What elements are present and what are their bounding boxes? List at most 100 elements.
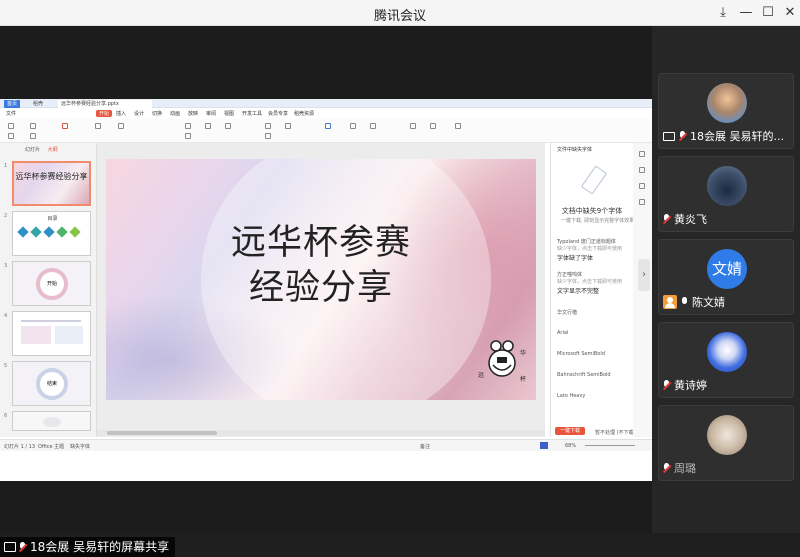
- arrange-icon[interactable]: [350, 123, 356, 129]
- cut-icon[interactable]: [8, 133, 14, 139]
- slide-number: 1: [4, 163, 8, 169]
- new-slide-icon[interactable]: [62, 123, 68, 129]
- font-name: 华文行楷: [557, 310, 578, 316]
- animation-icon[interactable]: [639, 167, 645, 173]
- layout-icon[interactable]: [95, 123, 101, 129]
- thumbnail-block: [43, 417, 61, 427]
- horizontal-scrollbar[interactable]: [97, 430, 545, 436]
- thumbnail-title: 目录: [47, 216, 58, 222]
- find-icon[interactable]: [370, 123, 376, 129]
- fill-icon[interactable]: [430, 123, 436, 129]
- font-name: Bahnschrift SemiBold: [557, 372, 611, 378]
- slide-title-line1[interactable]: 远华杯参赛: [106, 214, 536, 265]
- download-fonts-button[interactable]: 一键下载: [555, 427, 585, 435]
- italic-icon[interactable]: [205, 123, 211, 129]
- participant-name-bar: 黄炎飞: [663, 211, 707, 227]
- participant-tile[interactable]: 黄炎飞: [658, 156, 794, 232]
- wps-tab-home[interactable]: 首页: [4, 100, 21, 108]
- menu-design[interactable]: 设计: [134, 110, 144, 117]
- play-slideshow-icon[interactable]: [540, 442, 548, 449]
- panel-collapse-chevron-icon[interactable]: ›: [638, 259, 650, 291]
- window-titlebar: 腾讯会议 ⤓ — ☐ ✕: [0, 0, 800, 26]
- svg-text:远: 远: [478, 371, 484, 379]
- participant-tile[interactable]: 黄诗婷: [658, 322, 794, 398]
- menu-docer-resources[interactable]: 稻壳资源: [294, 110, 314, 117]
- slide-title-line2[interactable]: 经验分享: [106, 259, 536, 310]
- menu-start[interactable]: 开始: [96, 110, 113, 117]
- wps-tab-docer[interactable]: 稻壳: [30, 100, 46, 108]
- menu-file[interactable]: 文件: [6, 110, 16, 117]
- share-label-text: 18会展 吴易轩的屏幕共享: [30, 540, 170, 554]
- slide-thumbnail-5[interactable]: 结束: [12, 361, 91, 406]
- avatar: [707, 415, 747, 455]
- menu-animation[interactable]: 动画: [170, 110, 180, 117]
- menu-developer[interactable]: 开发工具: [242, 110, 262, 117]
- property-icon[interactable]: [639, 151, 645, 157]
- shape-icon[interactable]: [325, 123, 331, 129]
- shared-wps-window: 首页 稻壳 远华杯参赛经验分享.pptx 文件 开始 插入 设计 切换 动画 放…: [0, 99, 652, 481]
- copy-icon[interactable]: [30, 123, 36, 129]
- menu-transition[interactable]: 切换: [152, 110, 162, 117]
- participant-tile[interactable]: 18会展 吴易轩的...: [658, 73, 794, 149]
- menu-view[interactable]: 视图: [224, 110, 234, 117]
- pin-icon[interactable]: ⤓: [712, 3, 734, 23]
- font-name: Typoland 庞门正道标题体: [557, 239, 616, 245]
- missing-font-status[interactable]: 缺失字体: [70, 443, 90, 450]
- reset-icon[interactable]: [118, 123, 124, 129]
- bold-icon[interactable]: [185, 123, 191, 129]
- close-button[interactable]: ✕: [779, 3, 800, 23]
- participant-name: 18会展 吴易轩的...: [690, 130, 784, 143]
- minimize-button[interactable]: —: [735, 3, 757, 23]
- slide-thumbnail-2[interactable]: 目录: [12, 211, 91, 256]
- paste-icon[interactable]: [8, 123, 14, 129]
- menu-review[interactable]: 审阅: [206, 110, 216, 117]
- font-note: 缺少字体，点击下载即可使用: [557, 279, 623, 285]
- panel-title: 文档中缺失9个字体: [561, 207, 623, 215]
- agenda-marker: [43, 226, 55, 238]
- participant-name-bar: 陈文婧: [663, 294, 725, 310]
- mic-muted-icon: [663, 213, 670, 225]
- wps-ribbon-toolbar: [0, 119, 652, 143]
- font-name: Arial: [557, 330, 569, 336]
- panel-subtitle: 一键下载, 即刻显示完整字体效果: [561, 218, 635, 224]
- thumbnail-title: 远华杯参赛经验分享: [15, 172, 88, 181]
- notes-toggle[interactable]: 备注: [420, 443, 430, 450]
- thumbnail-block: [21, 326, 51, 344]
- menu-slideshow[interactable]: 放映: [188, 110, 198, 117]
- slide-thumbnail-4[interactable]: [12, 311, 91, 356]
- participant-name: 黄诗婷: [674, 379, 707, 392]
- maximize-button[interactable]: ☐: [757, 3, 779, 23]
- tab-slides[interactable]: 幻灯片: [25, 147, 40, 153]
- participant-tile[interactable]: 周璐: [658, 405, 794, 481]
- avatar: [707, 332, 747, 372]
- panel-header: 文件中缺失字体: [557, 147, 593, 153]
- slide-thumbnail-3[interactable]: 开始: [12, 261, 91, 306]
- agenda-marker: [69, 226, 81, 238]
- format-painter-icon[interactable]: [30, 133, 36, 139]
- avatar: [707, 83, 747, 123]
- participant-name-bar: 黄诗婷: [663, 377, 707, 393]
- format-icon[interactable]: [639, 183, 645, 189]
- textbox-icon[interactable]: [410, 123, 416, 129]
- scrollbar-thumb[interactable]: [107, 431, 217, 435]
- zoom-level[interactable]: 68%: [565, 443, 576, 449]
- zoom-slider[interactable]: [585, 445, 635, 446]
- screen-share-icon: [663, 131, 675, 141]
- panel-tabs: 幻灯片 大纲: [25, 146, 64, 153]
- align-center-icon[interactable]: [285, 123, 291, 129]
- menu-insert[interactable]: 插入: [116, 110, 126, 117]
- font-color-icon[interactable]: [185, 133, 191, 139]
- settings-icon[interactable]: [639, 199, 645, 205]
- outline-icon[interactable]: [455, 123, 461, 129]
- current-slide[interactable]: 远华杯参赛 经验分享 远 华 杯: [106, 159, 536, 400]
- skip-download-link[interactable]: 暂不处理 (不下载): [595, 429, 636, 436]
- tab-outline[interactable]: 大纲: [48, 147, 58, 153]
- slide-thumbnail-6[interactable]: [12, 411, 91, 431]
- align-left-icon[interactable]: [265, 123, 271, 129]
- slide-thumbnail-1[interactable]: 远华杯参赛经验分享: [12, 161, 91, 206]
- wps-tab-document[interactable]: 远华杯参赛经验分享.pptx: [58, 100, 152, 108]
- participant-tile[interactable]: 文婧 陈文婧: [658, 239, 794, 315]
- underline-icon[interactable]: [225, 123, 231, 129]
- menu-member[interactable]: 会员专享: [268, 110, 288, 117]
- list-icon[interactable]: [265, 133, 271, 139]
